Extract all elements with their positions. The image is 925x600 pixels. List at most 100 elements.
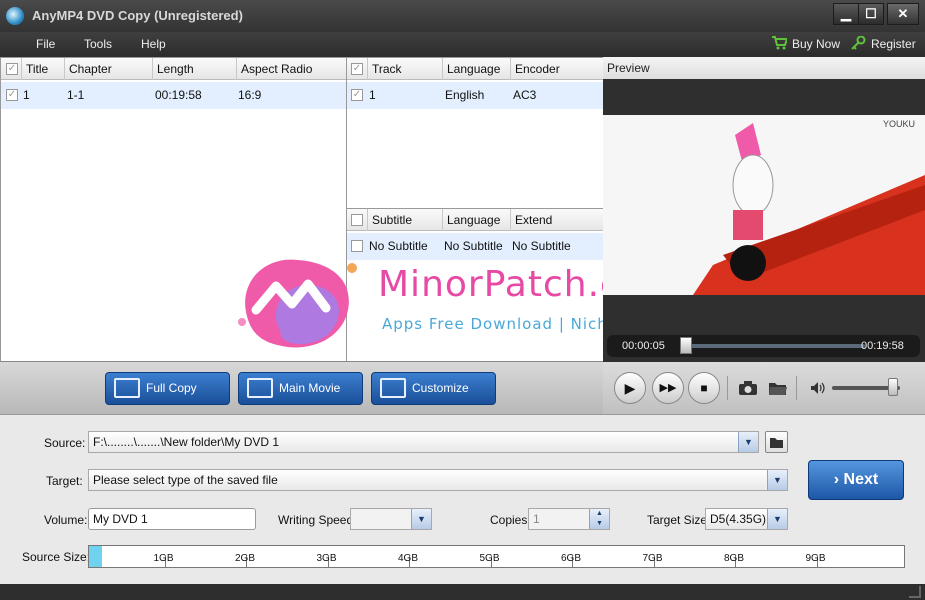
- source-size-label: Source Size:: [22, 550, 91, 564]
- status-bar: [0, 584, 925, 600]
- next-button[interactable]: › Next: [808, 460, 904, 500]
- menu-tools[interactable]: Tools: [84, 37, 112, 51]
- play-button[interactable]: ▶: [614, 372, 646, 404]
- tracks-header: ✓ Track Language Encoder: [347, 58, 603, 80]
- maximize-button[interactable]: ☐: [858, 3, 884, 25]
- next-label: Next: [843, 471, 879, 488]
- cart-icon[interactable]: [771, 36, 789, 50]
- encoder-cell: AC3: [513, 88, 537, 102]
- chevron-down-icon[interactable]: ▼: [738, 432, 758, 452]
- col-encoder[interactable]: Encoder: [510, 58, 603, 80]
- col-title[interactable]: Title: [21, 58, 64, 80]
- buy-now-link[interactable]: Buy Now: [792, 37, 840, 51]
- select-all-titles-checkbox[interactable]: ✓: [6, 63, 18, 75]
- table-row[interactable]: ✓ 1 1-1 00:19:58 16:9: [1, 82, 346, 109]
- col-language[interactable]: Language: [442, 58, 510, 80]
- volume-name-input[interactable]: My DVD 1: [88, 508, 256, 530]
- language-cell: English: [445, 88, 485, 102]
- seek-track[interactable]: [685, 344, 865, 348]
- track-cell: 1: [369, 88, 376, 102]
- writing-speed-label: Writing Speed:: [278, 513, 357, 527]
- extend-cell: No Subtitle: [512, 239, 571, 253]
- copies-label: Copies:: [490, 513, 531, 527]
- customize-label: Customize: [412, 381, 469, 395]
- tracks-panel: ✓ Track Language Encoder ✓ 1 English AC3: [346, 57, 604, 209]
- current-time: 00:00:05: [622, 340, 665, 352]
- full-copy-label: Full Copy: [146, 381, 197, 395]
- target-size-value: D5(4.35G): [710, 512, 767, 526]
- volume-handle[interactable]: [888, 378, 899, 396]
- stepper-arrows-icon[interactable]: ▲ ▼: [589, 509, 609, 529]
- preview-label: Preview: [603, 57, 925, 79]
- copies-value: 1: [533, 512, 540, 526]
- col-chapter[interactable]: Chapter: [64, 58, 152, 80]
- video-frame[interactable]: YOUKU: [603, 115, 925, 295]
- folder-icon[interactable]: [768, 380, 788, 396]
- total-time: 00:19:58: [861, 340, 904, 352]
- target-select[interactable]: Please select type of the saved file ▼: [88, 469, 788, 491]
- col-track[interactable]: Track: [367, 58, 442, 80]
- volume-icon[interactable]: [810, 381, 826, 395]
- titles-header: ✓ Title Chapter Length Aspect Radio: [1, 58, 346, 80]
- minimize-button[interactable]: ▁: [833, 3, 859, 25]
- size-tick-label: 2GB: [235, 553, 256, 564]
- target-value: Please select type of the saved file: [93, 473, 278, 487]
- menu-help[interactable]: Help: [141, 37, 166, 51]
- select-all-tracks-checkbox[interactable]: ✓: [351, 63, 363, 75]
- browse-source-button[interactable]: [765, 431, 788, 453]
- col-aspect[interactable]: Aspect Radio: [236, 58, 346, 80]
- aspect-cell: 16:9: [238, 88, 262, 102]
- title-row-checkbox[interactable]: ✓: [6, 89, 18, 101]
- folder-open-icon: [770, 438, 783, 448]
- main-movie-label: Main Movie: [279, 381, 341, 395]
- volume-label: Volume:: [44, 513, 88, 527]
- length-cell: 00:19:58: [155, 88, 202, 102]
- window-title: AnyMP4 DVD Copy (Unregistered): [32, 8, 243, 23]
- target-label: Target:: [46, 474, 83, 488]
- table-row[interactable]: No Subtitle No Subtitle No Subtitle: [347, 233, 603, 260]
- preview-panel: Preview YOUKU 00:00:05 00:19:58 ▶ ▶▶ ■: [603, 57, 925, 414]
- col-sub-language[interactable]: Language: [442, 209, 510, 231]
- col-length[interactable]: Length: [152, 58, 236, 80]
- camera-icon[interactable]: [738, 380, 758, 396]
- track-row-checkbox[interactable]: ✓: [351, 89, 363, 101]
- chevron-down-icon[interactable]: ▼: [767, 509, 787, 529]
- seek-handle[interactable]: [679, 337, 692, 354]
- main-movie-button[interactable]: Main Movie: [238, 372, 363, 405]
- full-copy-button[interactable]: Full Copy: [105, 372, 230, 405]
- subtitles-header: Subtitle Language Extend: [347, 209, 603, 231]
- menu-file[interactable]: File: [36, 37, 55, 51]
- copies-stepper[interactable]: 1 ▲ ▼: [528, 508, 610, 530]
- resize-grip-icon[interactable]: [909, 586, 921, 598]
- source-size-bar: 1GB 2GB 3GB 4GB 5GB 6GB 7GB 8GB 9GB: [88, 545, 905, 568]
- writing-speed-select[interactable]: ▼: [350, 508, 432, 530]
- subtitle-cell: No Subtitle: [369, 239, 428, 253]
- close-button[interactable]: ✕: [887, 3, 919, 25]
- size-tick-label: 8GB: [724, 553, 745, 564]
- chapter-cell: 1-1: [67, 88, 85, 102]
- chevron-down-icon[interactable]: ▼: [767, 470, 787, 490]
- target-size-select[interactable]: D5(4.35G) ▼: [705, 508, 788, 530]
- watermark-logo: [236, 250, 362, 354]
- customize-button[interactable]: Customize: [371, 372, 496, 405]
- film-strip-icon: [247, 378, 273, 398]
- player-controls: ▶ ▶▶ ■: [603, 362, 925, 414]
- size-tick-label: 9GB: [805, 553, 826, 564]
- key-icon[interactable]: [850, 35, 866, 50]
- title-cell: 1: [23, 88, 30, 102]
- fast-forward-button[interactable]: ▶▶: [652, 372, 684, 404]
- stop-button[interactable]: ■: [688, 372, 720, 404]
- table-row[interactable]: ✓ 1 English AC3: [347, 82, 603, 109]
- select-all-subtitles-checkbox[interactable]: [351, 214, 363, 226]
- chevron-down-icon[interactable]: ▼: [411, 509, 431, 529]
- source-label: Source:: [44, 436, 86, 450]
- col-subtitle[interactable]: Subtitle: [367, 209, 442, 231]
- register-link[interactable]: Register: [871, 37, 916, 51]
- divider: [796, 376, 797, 400]
- source-select[interactable]: F:\........\.......\New folder\My DVD 1 …: [88, 431, 759, 453]
- col-extend[interactable]: Extend: [510, 209, 603, 231]
- divider: [727, 376, 728, 400]
- copy-mode-toolbar: Full Copy Main Movie Customize: [0, 361, 603, 414]
- size-tick-label: 5GB: [479, 553, 500, 564]
- size-tick-label: 4GB: [398, 553, 419, 564]
